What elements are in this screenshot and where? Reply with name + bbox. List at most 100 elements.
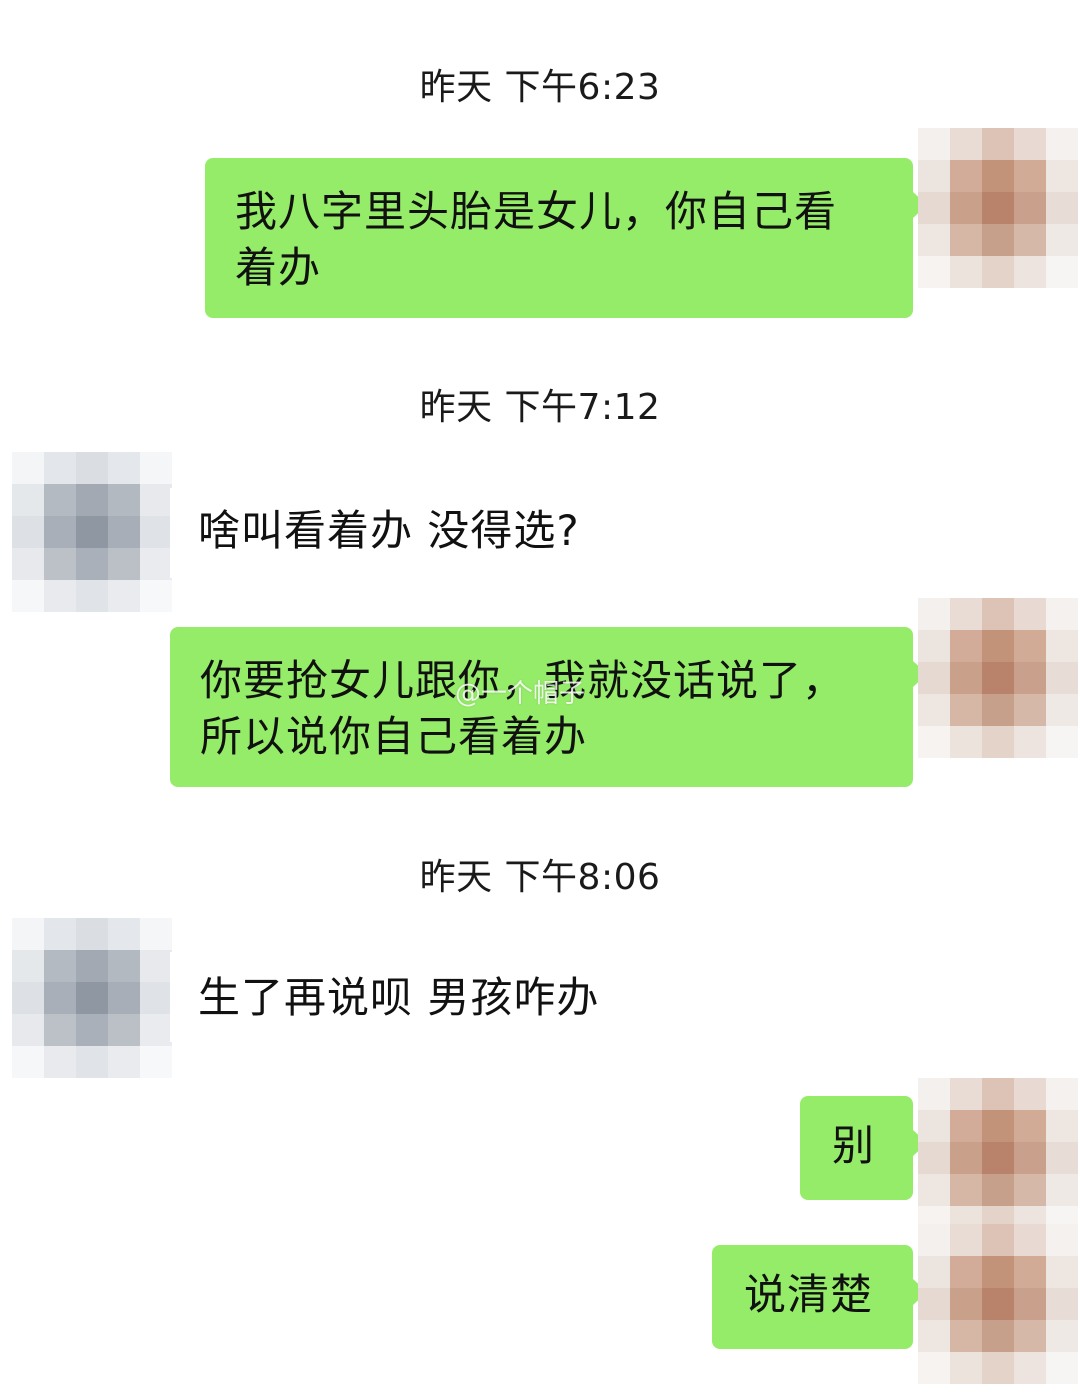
self-avatar[interactable]	[918, 1224, 1078, 1384]
contact-avatar-pixel	[12, 982, 44, 1014]
self-avatar-pixel	[1046, 1256, 1078, 1288]
contact-avatar-pixel	[76, 1014, 108, 1046]
self-avatar-pixel	[1014, 256, 1046, 288]
self-avatar-pixel	[982, 192, 1014, 224]
message-bubble-self[interactable]: 别	[800, 1096, 927, 1200]
contact-avatar-pixel	[12, 516, 44, 548]
contact-avatar-pixel	[108, 1014, 140, 1046]
contact-avatar-pixel	[108, 548, 140, 580]
self-avatar-pixel	[950, 1142, 982, 1174]
contact-avatar-pixel	[12, 548, 44, 580]
self-avatar-pixel	[918, 1256, 950, 1288]
self-avatar-pixel	[918, 1352, 950, 1384]
self-avatar[interactable]	[918, 598, 1078, 758]
contact-avatar-pixel	[12, 1046, 44, 1078]
self-avatar-pixel	[1014, 1142, 1046, 1174]
self-avatar-pixel	[950, 1174, 982, 1206]
contact-avatar-pixel	[12, 484, 44, 516]
contact-avatar-pixel	[76, 982, 108, 1014]
timestamp: 昨天 下午8:06	[419, 857, 661, 898]
self-avatar-pixel	[1014, 1078, 1046, 1110]
self-avatar-pixel	[982, 224, 1014, 256]
self-avatar[interactable]	[918, 1078, 1078, 1238]
message-bubble-other[interactable]: 生了再说呗 男孩咋办	[170, 952, 670, 1042]
self-avatar-pixel	[1046, 1174, 1078, 1206]
self-avatar-pixel	[1046, 694, 1078, 726]
contact-avatar-pixel	[44, 950, 76, 982]
contact-avatar-pixel	[76, 918, 108, 950]
self-avatar-pixel	[1046, 1142, 1078, 1174]
message-bubble-self[interactable]: 我八字里头胎是女儿，你自己看 着办	[205, 158, 927, 318]
self-avatar-pixel	[982, 1288, 1014, 1320]
contact-avatar[interactable]	[12, 452, 172, 612]
self-avatar-pixel	[1014, 224, 1046, 256]
self-avatar-pixel	[1046, 598, 1078, 630]
contact-avatar-pixel	[108, 580, 140, 612]
self-avatar-pixel	[982, 1256, 1014, 1288]
message-line: 我八字里头胎是女儿，你自己看	[235, 187, 838, 236]
watermark-text: @一个帽子	[455, 679, 586, 709]
self-avatar-pixel	[918, 1078, 950, 1110]
contact-avatar-pixel	[140, 950, 172, 982]
contact-avatar-pixel	[44, 1014, 76, 1046]
self-avatar-pixel	[982, 598, 1014, 630]
self-avatar-pixel	[982, 1110, 1014, 1142]
self-avatar-pixel	[950, 160, 982, 192]
self-avatar-pixel	[1014, 1352, 1046, 1384]
self-avatar-pixel	[1046, 160, 1078, 192]
self-avatar-pixel	[950, 192, 982, 224]
contact-avatar-pixel	[140, 1014, 172, 1046]
self-avatar-pixel	[982, 1352, 1014, 1384]
self-avatar-pixel	[1046, 192, 1078, 224]
self-avatar[interactable]	[918, 128, 1078, 288]
message-line: 所以说你自己看着办	[200, 712, 588, 761]
message-line: 说清楚	[744, 1270, 874, 1319]
self-avatar-pixel	[1046, 662, 1078, 694]
self-avatar-pixel	[1014, 192, 1046, 224]
contact-avatar-pixel	[12, 1014, 44, 1046]
self-avatar-pixel	[918, 694, 950, 726]
self-avatar-pixel	[918, 1142, 950, 1174]
self-avatar-pixel	[918, 160, 950, 192]
self-avatar-pixel	[982, 630, 1014, 662]
self-avatar-pixel	[950, 1256, 982, 1288]
self-avatar-pixel	[1014, 1320, 1046, 1352]
contact-avatar-pixel	[108, 982, 140, 1014]
message-line: 着办	[235, 243, 322, 292]
contact-avatar-pixel	[44, 918, 76, 950]
message-bubble-self[interactable]: 说清楚	[712, 1245, 927, 1349]
self-avatar-pixel	[982, 1174, 1014, 1206]
self-avatar-pixel	[1046, 630, 1078, 662]
self-avatar-pixel	[1014, 598, 1046, 630]
self-avatar-pixel	[1046, 1352, 1078, 1384]
self-avatar-pixel	[918, 192, 950, 224]
timestamp: 昨天 下午6:23	[419, 67, 661, 108]
contact-avatar-pixel	[12, 580, 44, 612]
contact-avatar-pixel	[76, 516, 108, 548]
self-avatar-pixel	[982, 662, 1014, 694]
self-avatar-pixel	[1014, 128, 1046, 160]
self-avatar-pixel	[950, 256, 982, 288]
self-avatar-pixel	[982, 128, 1014, 160]
contact-avatar-pixel	[76, 548, 108, 580]
self-avatar-pixel	[982, 1320, 1014, 1352]
self-avatar-pixel	[982, 1142, 1014, 1174]
self-avatar-pixel	[950, 630, 982, 662]
contact-avatar[interactable]	[12, 918, 172, 1078]
contact-avatar-pixel	[12, 918, 44, 950]
self-avatar-pixel	[950, 1224, 982, 1256]
self-avatar-pixel	[1014, 1288, 1046, 1320]
self-avatar-pixel	[950, 1110, 982, 1142]
self-avatar-pixel	[950, 224, 982, 256]
message-bubble-other[interactable]: 啥叫看着办 没得选?	[170, 488, 650, 578]
contact-avatar-pixel	[76, 452, 108, 484]
contact-avatar-pixel	[44, 1046, 76, 1078]
message-line: 生了再说呗 男孩咋办	[198, 973, 600, 1022]
contact-avatar-pixel	[140, 580, 172, 612]
contact-avatar-pixel	[140, 484, 172, 516]
contact-avatar-pixel	[44, 982, 76, 1014]
contact-avatar-pixel	[44, 580, 76, 612]
contact-avatar-pixel	[140, 918, 172, 950]
contact-avatar-pixel	[140, 516, 172, 548]
self-avatar-pixel	[1014, 662, 1046, 694]
